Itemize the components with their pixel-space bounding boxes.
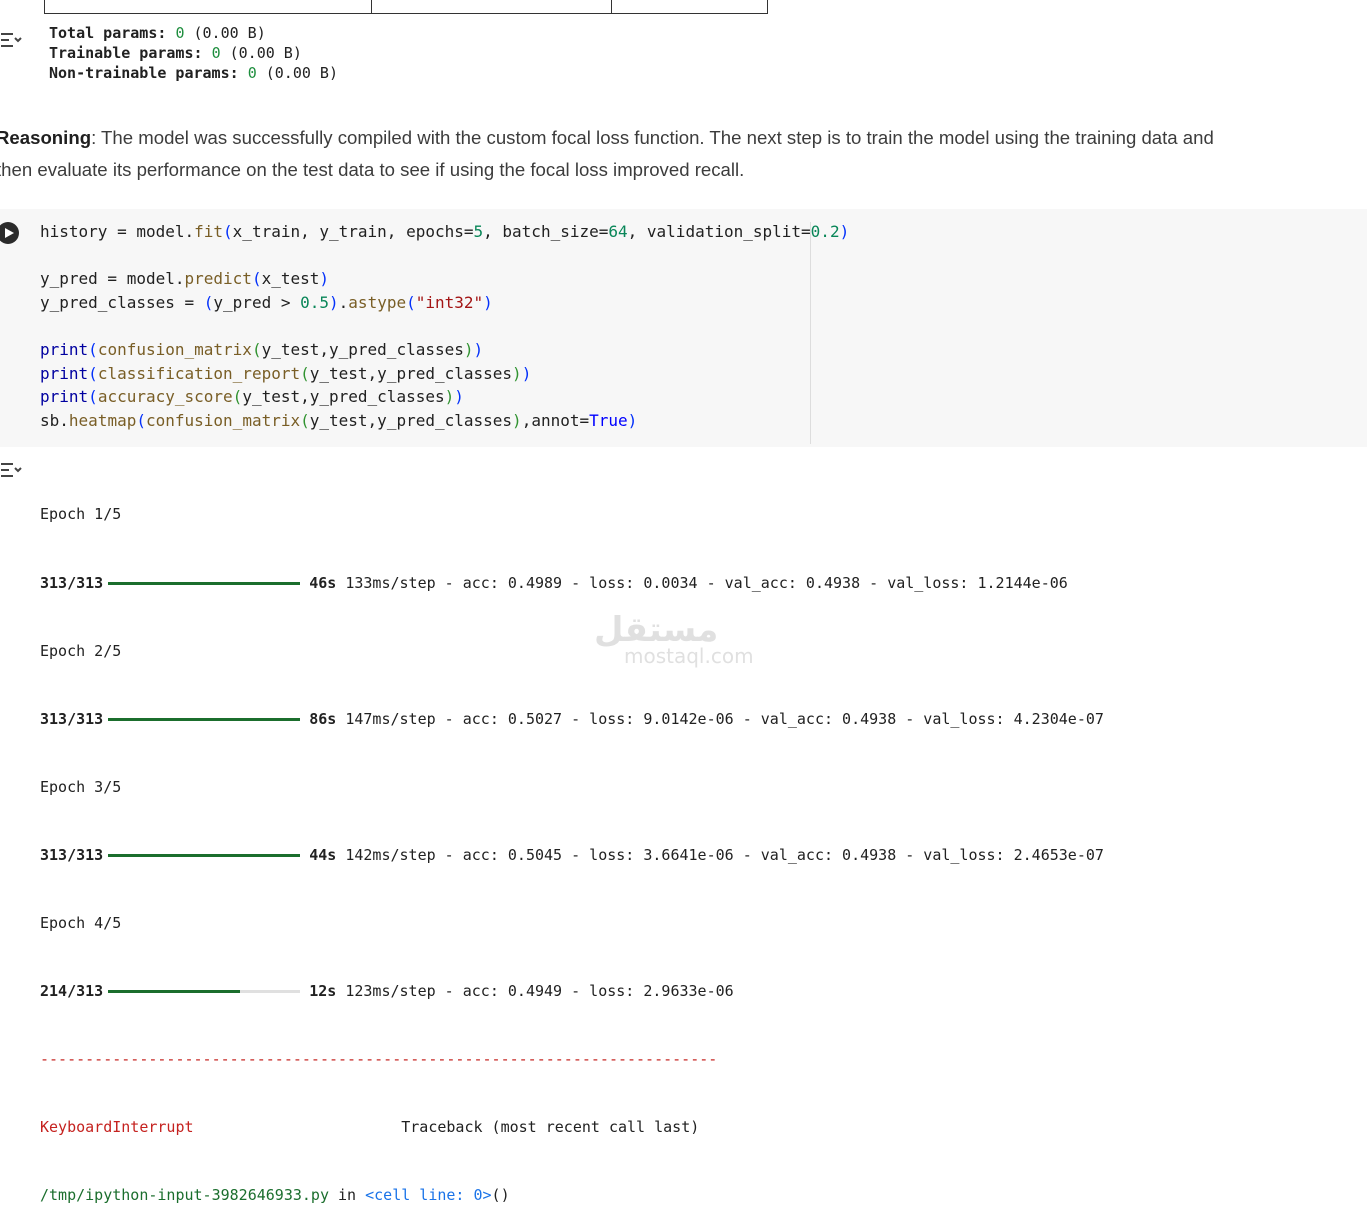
progress-bar-fill (108, 990, 240, 994)
epoch-4-steps: 214/313 (40, 982, 104, 1001)
error-name: KeyboardInterrupt (40, 1118, 194, 1137)
epoch-1-progress-line: 313/313 46s 133ms/step - acc: 0.4989 - lo… (40, 572, 1104, 595)
traceback-separator: ----------------------------------------… (40, 1050, 718, 1069)
reasoning-text-cell: Reasoning: The model was successfully co… (0, 122, 1246, 186)
progress-bar-fill (108, 581, 301, 585)
progress-bar (108, 581, 301, 585)
traceback-file-path[interactable]: /tmp/ipython-input-3982646933.py (40, 1186, 329, 1204)
code-line-1: history = model.fit(x_train, y_train, ep… (40, 222, 850, 241)
progress-bar-fill (108, 717, 301, 721)
trainable-params-size: (0.00 B) (229, 44, 302, 62)
epoch-4-progress-line: 214/313 12s 123ms/step - acc: 0.4949 - lo… (40, 980, 1104, 1003)
epoch-3-steps: 313/313 (40, 845, 104, 864)
traceback-in-text: in (328, 1186, 366, 1205)
traceback-label: Traceback (most recent call last) (401, 1118, 700, 1137)
trainable-params-line: Trainable params: 0 (0.00 B) (49, 43, 338, 63)
progress-bar-fill (108, 853, 301, 857)
nontrainable-params-label: Non-trainable params: (49, 64, 239, 82)
reasoning-label: Reasoning (0, 127, 92, 148)
code-line-7: print(classification_report(y_test,y_pre… (40, 363, 532, 383)
trainable-params-label: Trainable params: (49, 44, 203, 62)
nontrainable-params-line: Non-trainable params: 0 (0.00 B) (49, 63, 338, 83)
epoch-2-title: Epoch 2/5 (40, 641, 122, 660)
progress-bar (108, 717, 301, 721)
traceback-call-parens: () (491, 1186, 510, 1205)
epoch-3-progress-line: 313/313 44s 142ms/step - acc: 0.5045 - lo… (40, 844, 1104, 867)
trainable-params-value: 0 (211, 44, 221, 62)
total-params-label: Total params: (49, 24, 167, 42)
nontrainable-params-value: 0 (247, 64, 257, 82)
reasoning-body: : The model was successfully compiled wi… (0, 127, 1214, 180)
total-params-value: 0 (175, 24, 185, 42)
epoch-2-time: 86s (309, 709, 337, 728)
epoch-4-time: 12s (309, 982, 337, 1001)
output-toggle-icon[interactable] (0, 460, 24, 480)
code-line-3: y_pred = model.predict(x_test) (40, 269, 330, 289)
watermark-logo: مستقل mostaql.com (594, 610, 766, 688)
code-line-4: y_pred_classes = (y_pred > 0.5).astype("… (40, 292, 493, 312)
epoch-2-progress-line: 313/313 86s 147ms/step - acc: 0.5027 - lo… (40, 708, 1104, 731)
epoch-3-title: Epoch 3/5 (40, 777, 122, 796)
epoch-1-time: 46s (309, 573, 337, 592)
nontrainable-params-size: (0.00 B) (265, 64, 338, 82)
code-line-9: sb.heatmap(confusion_matrix(y_test,y_pre… (40, 410, 638, 430)
epoch-3-time: 44s (309, 845, 337, 864)
progress-bar (108, 990, 301, 994)
output-toggle-icon[interactable] (0, 30, 24, 50)
model-summary-table-fragment (44, 0, 768, 14)
table-divider (371, 0, 372, 13)
epoch-4-title: Epoch 4/5 (40, 913, 122, 932)
epoch-4-metrics: 123ms/step - acc: 0.4949 - loss: 2.9633e… (336, 982, 734, 1001)
traceback-header: KeyboardInterrupt Traceback (most recent… (40, 1116, 1104, 1139)
epoch-3-metrics: 142ms/step - acc: 0.5045 - loss: 3.6641e… (336, 845, 1104, 864)
progress-bar (108, 853, 301, 857)
code-line-6: print(confusion_matrix(y_test,y_pred_cla… (40, 339, 484, 359)
watermark-latin: mostaql.com (624, 644, 754, 668)
cell-output: Epoch 1/5 313/313 46s 133ms/step - acc: 0… (40, 458, 1104, 1230)
code-line-8: print(accuracy_score(y_test,y_pred_class… (40, 387, 464, 407)
epoch-1-title: Epoch 1/5 (40, 505, 122, 524)
epoch-1-steps: 313/313 (40, 573, 104, 592)
epoch-1-metrics: 133ms/step - acc: 0.4989 - loss: 0.0034 … (336, 573, 1068, 592)
epoch-2-metrics: 147ms/step - acc: 0.5027 - loss: 9.0142e… (336, 709, 1104, 728)
params-summary: Total params: 0 (0.00 B) Trainable param… (49, 23, 338, 83)
traceback-location: /tmp/ipython-input-3982646933.py in <cel… (40, 1184, 1104, 1207)
code-editor[interactable]: history = model.fit(x_train, y_train, ep… (40, 220, 849, 432)
total-params-line: Total params: 0 (0.00 B) (49, 23, 338, 43)
epoch-2-steps: 313/313 (40, 709, 104, 728)
total-params-size: (0.00 B) (193, 24, 266, 42)
cell-line-link[interactable]: <cell line: 0> (365, 1186, 491, 1204)
table-divider (611, 0, 612, 13)
